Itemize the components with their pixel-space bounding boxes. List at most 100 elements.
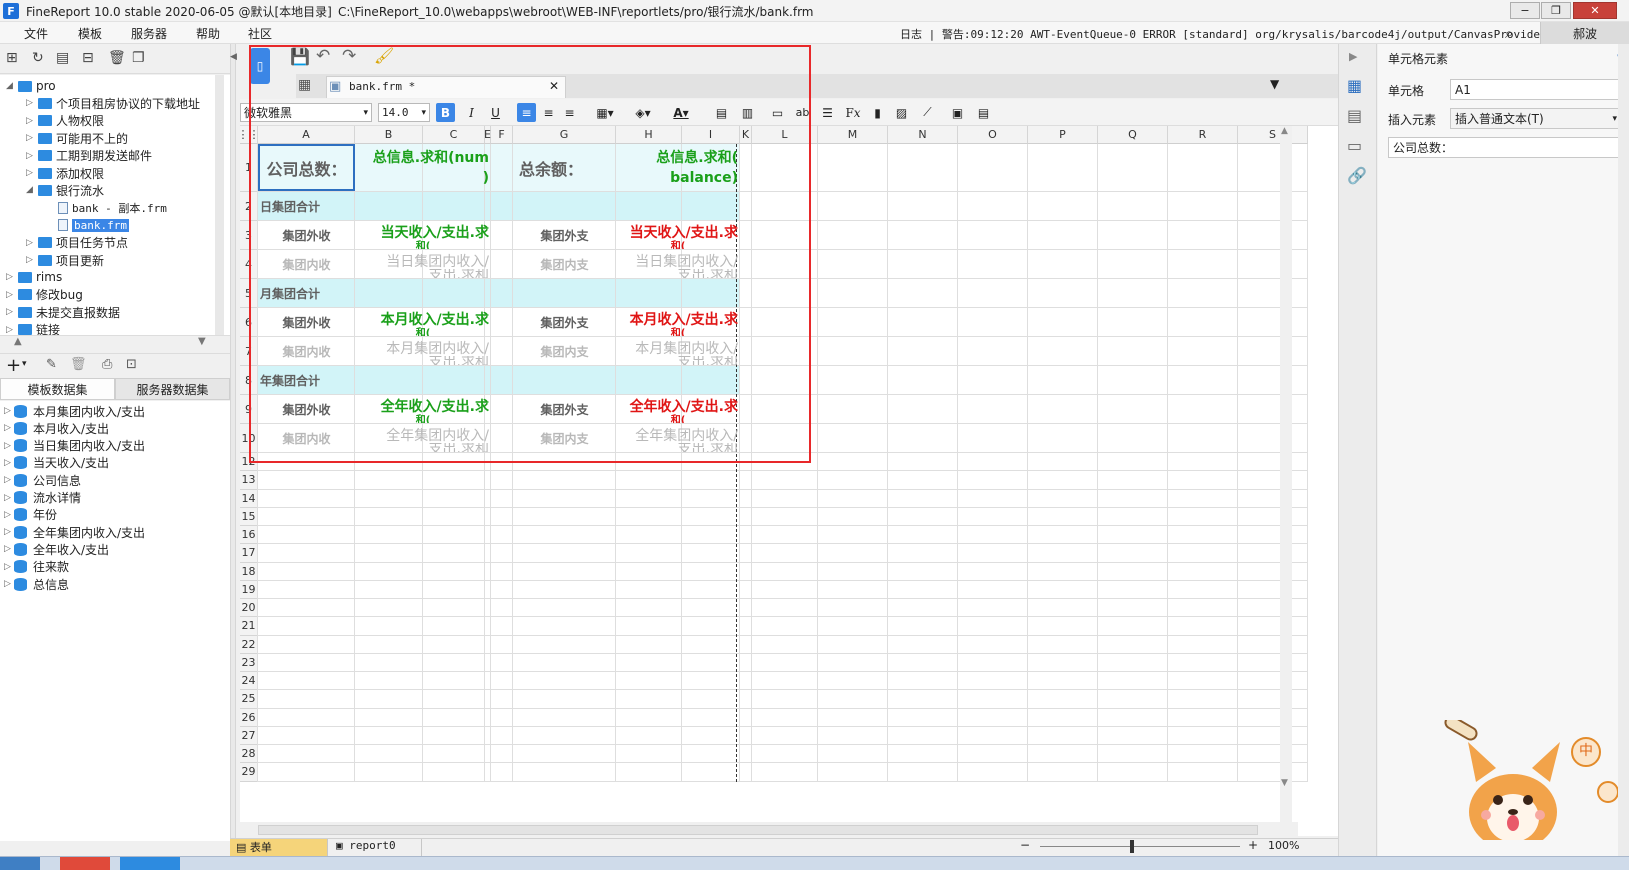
row-header[interactable]: 18 (240, 562, 258, 581)
align-center-icon[interactable]: ≡ (539, 103, 558, 122)
formula-cell[interactable]: 支出.求和 (618, 356, 738, 365)
label-cell[interactable]: 集团内支 (515, 250, 614, 278)
row-header[interactable]: 21 (240, 617, 258, 636)
label-cell[interactable]: 集团内支 (515, 337, 614, 365)
formula-cell[interactable]: 和( (357, 327, 489, 336)
label-cell[interactable]: 集团内收 (260, 250, 353, 278)
open-file-icon[interactable]: ▤ (56, 50, 69, 66)
row-header[interactable]: 13 (240, 471, 258, 490)
server-dataset-icon[interactable]: ⊡ (126, 357, 137, 372)
font-color-icon[interactable]: A▾ (668, 103, 694, 122)
row-header[interactable]: 4 (240, 250, 258, 279)
zoom-slider-track[interactable] (1040, 846, 1240, 847)
column-header[interactable]: F (491, 126, 513, 144)
panel-divider[interactable]: ▲ ▼ (0, 335, 230, 353)
label-cell[interactable]: 集团内收 (260, 337, 353, 365)
cell-attribute-icon[interactable]: ▤ (1347, 106, 1362, 125)
column-header[interactable]: R (1168, 126, 1238, 144)
column-header[interactable]: M (818, 126, 888, 144)
insert-element-select[interactable]: 插入普通文本(T) ▾ (1450, 108, 1622, 129)
expanded-arrow-icon[interactable]: ◢ (26, 185, 38, 195)
italic-icon[interactable]: I (462, 103, 481, 122)
locate-icon[interactable]: ⊟ (82, 50, 94, 66)
close-button[interactable]: ✕ (1573, 2, 1617, 19)
undo-icon[interactable]: ↶ (316, 46, 330, 66)
menu-file[interactable]: 文件 (24, 25, 48, 42)
grid-vertical-scrollbar[interactable]: ▲ ▼ (1280, 126, 1292, 822)
dataset-item[interactable]: ▷ 公司信息 (0, 471, 81, 489)
formula-cell[interactable]: 和( (357, 414, 489, 423)
collapsed-arrow-icon[interactable]: ▷ (6, 325, 18, 335)
tree-item[interactable]: ▷ 添加权限 (26, 164, 104, 182)
formula-cell[interactable]: 本月收入/支出.求 (357, 309, 489, 328)
grid-corner[interactable]: ⋮⋮ (240, 126, 260, 144)
delete-icon[interactable]: 🗑 (108, 50, 126, 66)
sheet-tab-form[interactable]: ▤ 表单 (230, 839, 328, 857)
collapsed-arrow-icon[interactable]: ▷ (0, 458, 14, 468)
cell-address-field[interactable]: A1 (1450, 79, 1622, 100)
border-icon[interactable]: ▦▾ (592, 103, 618, 122)
chevron-down-icon[interactable]: ▾ (22, 359, 27, 369)
tab-server-datasets[interactable]: 服务器数据集 (115, 378, 230, 400)
mobile-layout-icon[interactable]: ▯ (250, 48, 270, 84)
copy-icon[interactable]: ❐ (132, 50, 145, 66)
align-right-icon[interactable]: ≡ (560, 103, 579, 122)
section-label[interactable]: 月集团合计 (260, 279, 421, 307)
cell-a1[interactable]: 公司总数： (258, 144, 355, 191)
label-cell[interactable]: 集团外支 (515, 395, 614, 423)
row-header[interactable]: 23 (240, 653, 258, 672)
formula-cell[interactable]: 和( (618, 327, 738, 336)
row-header[interactable]: 3 (240, 221, 258, 250)
taskbar-app[interactable] (60, 857, 110, 870)
tree-scrollbar[interactable] (215, 75, 224, 335)
tree-item[interactable]: ▷ 项目任务节点 (26, 234, 128, 252)
tree-item[interactable]: ▷ 个项目租房协议的下载地址 (26, 94, 200, 112)
format-painter-icon[interactable]: 🖌 (374, 46, 394, 65)
panel-splitter[interactable]: ◀ (230, 44, 237, 844)
row-header[interactable]: 29 (240, 763, 258, 782)
row-header[interactable]: 2 (240, 192, 258, 221)
section-label[interactable]: 年集团合计 (260, 366, 421, 394)
dataset-item[interactable]: ▷ 本月收入/支出 (0, 419, 109, 437)
formula-cell[interactable]: 支出.求和 (618, 269, 738, 278)
sheet-tab-report0[interactable]: ▣ report0 (330, 839, 422, 857)
formula-cell[interactable]: 全年收入/支出.求 (357, 396, 489, 415)
row-header[interactable]: 7 (240, 337, 258, 366)
dataset-item[interactable]: ▷ 当日集团内收入/支出 (0, 437, 145, 455)
collapse-up-icon[interactable]: ▲ (14, 336, 22, 347)
collapsed-arrow-icon[interactable]: ▷ (0, 527, 14, 537)
collapsed-arrow-icon[interactable]: ▷ (6, 272, 18, 282)
dataset-item[interactable]: ▷ 全年集团内收入/支出 (0, 523, 145, 541)
row-header[interactable]: 12 (240, 453, 258, 472)
scroll-up-icon[interactable]: ▲ (1281, 126, 1288, 136)
formula-cell[interactable]: 支出.求和 (357, 443, 489, 452)
user-name[interactable]: 郝波 (1540, 22, 1629, 44)
dataset-item[interactable]: ▷ 全年收入/支出 (0, 540, 109, 558)
label-cell[interactable]: 集团内支 (515, 424, 614, 452)
spreadsheet-grid[interactable]: ⋮⋮ A B C E F G H I K L M N O P Q R S 1 2 3 4 5 6 7 8 9 10 12 13 14 15 16… (240, 126, 1338, 836)
cell-content-field[interactable]: 公司总数： (1388, 137, 1622, 158)
preview-icon[interactable]: ⎙ (102, 357, 112, 372)
formula-cell[interactable]: 支出.求和 (357, 269, 489, 278)
dataset-item[interactable]: ▷ 流水详情 (0, 489, 81, 507)
tree-item[interactable]: ▷ 链接 (6, 321, 60, 335)
column-header[interactable]: A (258, 126, 355, 144)
collapsed-arrow-icon[interactable]: ▷ (0, 510, 14, 520)
dataset-item[interactable]: ▷ 往来款 (0, 558, 69, 576)
formula-cell[interactable]: 全年集团内收入/ (357, 425, 489, 444)
collapsed-arrow-icon[interactable]: ▷ (0, 544, 14, 554)
zoom-slider-thumb[interactable] (1130, 840, 1134, 853)
bold-icon[interactable]: B (436, 103, 455, 122)
column-header[interactable]: C (423, 126, 485, 144)
formula-cell[interactable]: 和( (618, 414, 738, 423)
scroll-thumb[interactable] (258, 825, 1258, 835)
column-header[interactable]: I (682, 126, 740, 144)
column-header[interactable]: K (740, 126, 752, 144)
row-header[interactable]: 9 (240, 395, 258, 424)
formula-cell[interactable]: 本月集团内收入/ (357, 338, 489, 357)
mascot-badge[interactable]: 中 (1578, 740, 1594, 760)
row-header[interactable]: 17 (240, 544, 258, 563)
save-icon[interactable]: 💾 (290, 47, 310, 66)
tree-item[interactable]: bank - 副本.frm (46, 199, 167, 217)
collapsed-arrow-icon[interactable]: ▷ (0, 406, 14, 416)
